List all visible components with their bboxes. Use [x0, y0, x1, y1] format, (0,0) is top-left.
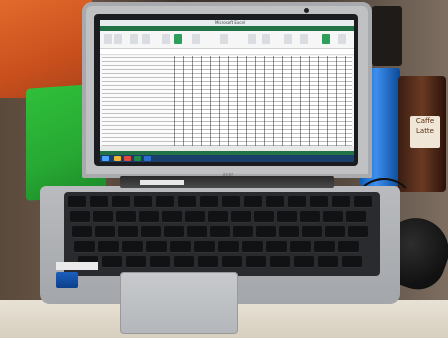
keyboard-key — [266, 196, 284, 208]
keyboard-key — [270, 256, 290, 268]
keyboard-key — [332, 196, 350, 208]
keyboard-key — [338, 241, 359, 253]
keyboard-key — [146, 241, 167, 253]
keyboard-key — [95, 226, 115, 238]
keyboard-key — [222, 196, 240, 208]
keyboard-key — [118, 226, 138, 238]
keyboard-key — [279, 226, 299, 238]
keyboard-key — [116, 211, 136, 223]
keyboard-key — [185, 211, 205, 223]
keyboard-key — [246, 256, 266, 268]
keyboard-key — [164, 226, 184, 238]
keyboard-key — [242, 241, 263, 253]
keyboard-key — [200, 196, 218, 208]
keyboard-key — [178, 196, 196, 208]
keyboard-key — [134, 196, 152, 208]
keyboard-key — [218, 241, 239, 253]
keyboard-key — [323, 211, 343, 223]
keyboard-key — [314, 241, 335, 253]
keyboard-key — [348, 226, 368, 238]
keyboard-key — [102, 256, 122, 268]
keyboard-key — [256, 226, 276, 238]
keyboard-key — [222, 256, 242, 268]
keyboard-key — [244, 196, 262, 208]
keyboard-key — [194, 241, 215, 253]
keyboard-key — [231, 211, 251, 223]
photo-scene: Caffe Latte Microsoft Excel acer — [0, 0, 448, 338]
keyboard-key — [93, 211, 113, 223]
keyboard-key — [288, 196, 306, 208]
keyboard-key — [156, 196, 174, 208]
keyboard-key — [294, 256, 314, 268]
keyboard-key — [346, 211, 366, 223]
keyboard-key — [302, 226, 322, 238]
keyboard-key — [210, 226, 230, 238]
keyboard-key — [208, 211, 228, 223]
keyboard-key — [72, 226, 92, 238]
keyboard-key — [266, 241, 287, 253]
keyboard-key — [254, 211, 274, 223]
keyboard-key — [68, 196, 86, 208]
keyboard-key — [198, 256, 218, 268]
keyboard-key — [139, 211, 159, 223]
keyboard-key — [150, 256, 170, 268]
keyboard-key — [318, 256, 338, 268]
keyboard-key — [122, 241, 143, 253]
keyboard-key — [277, 211, 297, 223]
keyboard-key — [170, 241, 191, 253]
keyboard-key — [342, 256, 362, 268]
keyboard-key — [300, 211, 320, 223]
keyboard-key — [310, 196, 328, 208]
intel-sticker — [56, 272, 78, 288]
keyboard-key — [325, 226, 345, 238]
keyboard-key — [98, 241, 119, 253]
keyboard-key — [70, 211, 90, 223]
keyboard-key — [112, 196, 130, 208]
keyboard-key — [174, 256, 194, 268]
keyboard-key — [162, 211, 182, 223]
keyboard-key — [90, 196, 108, 208]
keyboard-key — [290, 241, 311, 253]
keyboard-key — [74, 241, 95, 253]
keyboard-key — [233, 226, 253, 238]
spec-sticker — [56, 262, 98, 270]
keyboard-key — [126, 256, 146, 268]
keyboard-key — [141, 226, 161, 238]
keyboard-key — [187, 226, 207, 238]
keyboard-key — [354, 196, 372, 208]
touchpad — [120, 272, 238, 334]
